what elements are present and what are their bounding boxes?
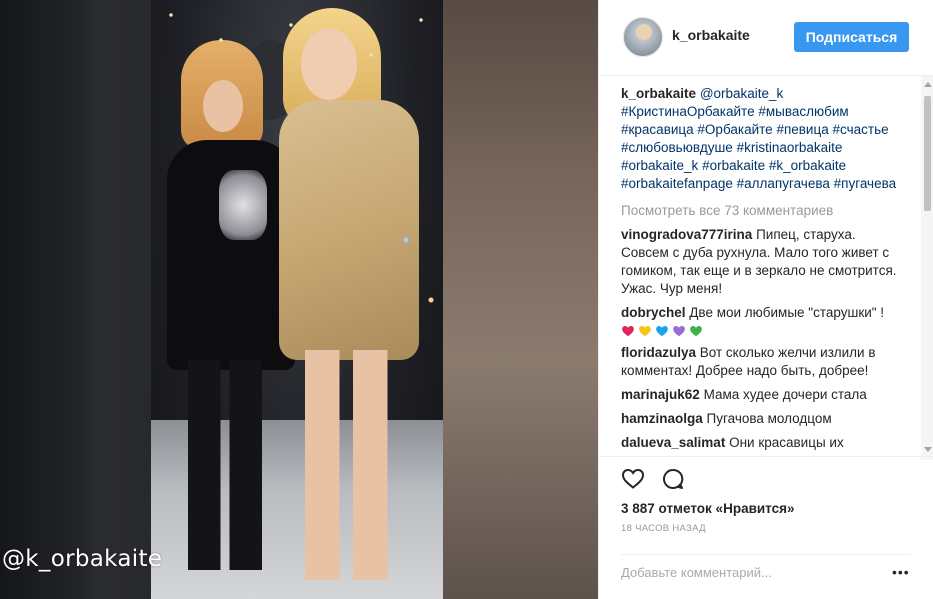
- comment-username[interactable]: hamzinaolga: [621, 411, 703, 426]
- hashtag-link[interactable]: #красавица: [621, 122, 694, 137]
- yellow-heart-icon: [639, 326, 651, 337]
- action-icons: [621, 467, 685, 496]
- view-all-comments-link[interactable]: Посмотреть все 73 комментариев: [621, 202, 921, 220]
- hashtag-link[interactable]: #orbakaite_k: [621, 158, 698, 173]
- avatar[interactable]: [623, 17, 663, 57]
- comment-item: vinogradova777irina Пипец, старуха. Совс…: [621, 226, 903, 298]
- scroll-down-arrow-icon[interactable]: [924, 447, 932, 452]
- likes-count[interactable]: 3 887 отметок «Нравится»: [621, 501, 795, 516]
- post-header: k_orbakaite Подписаться: [599, 0, 933, 76]
- hashtag-link[interactable]: #мываслюбим: [758, 104, 848, 119]
- comment-text: Пугачова молодцом: [706, 411, 832, 426]
- scrollbar-thumb[interactable]: [924, 96, 931, 211]
- purple-heart-icon: [673, 326, 685, 337]
- woman-right-face: [301, 28, 357, 100]
- caption-username[interactable]: k_orbakaite: [621, 86, 696, 101]
- comments-scrollbar[interactable]: [921, 76, 933, 460]
- woman-left-face: [203, 80, 243, 132]
- hashtag-link[interactable]: #пугачева: [834, 176, 896, 191]
- red-heart-icon: [622, 326, 634, 337]
- comment-bubble-icon[interactable]: [661, 467, 685, 496]
- heart-emojis: [621, 324, 903, 338]
- woman-right-legs: [299, 350, 395, 580]
- woman-left-brooch: [219, 170, 267, 240]
- watermark: @k_orbakaite: [2, 546, 163, 572]
- post-photo[interactable]: [151, 0, 443, 599]
- follow-button[interactable]: Подписаться: [794, 22, 909, 52]
- hashtag-link[interactable]: #слюбовьювдуше: [621, 140, 733, 155]
- comment-username[interactable]: dalueva_salimat: [621, 435, 725, 450]
- post-side-panel: k_orbakaite Подписаться k_orbakaite @orb…: [598, 0, 933, 599]
- hashtag-link[interactable]: #счастье: [832, 122, 888, 137]
- hashtag-link[interactable]: #orbakaitefanpage: [621, 176, 733, 191]
- caption-text: @orbakaite_k #КристинаОрбакайте #мываслю…: [621, 86, 896, 191]
- comment-text: Мама худее дочери стала: [703, 387, 867, 402]
- hashtag-link[interactable]: #kristinaorbakaite: [737, 140, 843, 155]
- woman-left-legs: [181, 360, 271, 570]
- blue-heart-icon: [656, 326, 668, 337]
- green-heart-icon: [690, 326, 702, 337]
- comment-item: marinajuk62 Мама худее дочери стала: [621, 386, 903, 404]
- comment-username[interactable]: floridazulya: [621, 345, 696, 360]
- hashtag-link[interactable]: #orbakaite: [702, 158, 765, 173]
- add-comment-input[interactable]: Добавьте комментарий...: [621, 554, 911, 584]
- woman-right-dress: [279, 100, 419, 360]
- post-actions: 3 887 отметок «Нравится» 18 ЧАСОВ НАЗАД …: [599, 456, 933, 599]
- hashtag-link[interactable]: #КристинаОрбакайте: [621, 104, 755, 119]
- comment-item: dalueva_salimat Они красавицы их: [621, 434, 903, 452]
- comment-username[interactable]: dobrychel: [621, 305, 686, 320]
- comment-text: Две мои любимые "старушки" !: [689, 305, 885, 320]
- more-options-icon[interactable]: •••: [892, 564, 910, 580]
- post-timestamp: 18 ЧАСОВ НАЗАД: [621, 523, 706, 534]
- post-caption: k_orbakaite @orbakaite_k #КристинаОрбака…: [621, 85, 911, 193]
- hashtag-link[interactable]: #аллапугачева: [737, 176, 830, 191]
- comment-username[interactable]: marinajuk62: [621, 387, 700, 402]
- hashtag-link[interactable]: @orbakaite_k: [700, 86, 784, 101]
- comment-text: Они красавицы их: [729, 435, 844, 450]
- comment-item: hamzinaolga Пугачова молодцом: [621, 410, 903, 428]
- comments-list[interactable]: k_orbakaite @orbakaite_k #КристинаОрбака…: [599, 76, 921, 456]
- comment-item: dobrychel Две мои любимые "старушки" !: [621, 304, 903, 338]
- hashtag-link[interactable]: #k_orbakaite: [769, 158, 846, 173]
- header-username[interactable]: k_orbakaite: [672, 27, 750, 43]
- backdrop-blur-right: [443, 0, 598, 599]
- comment-item: floridazulya Вот сколько желчи излили в …: [621, 344, 903, 380]
- hashtag-link[interactable]: #Орбакайте: [697, 122, 772, 137]
- comment-username[interactable]: vinogradova777irina: [621, 227, 752, 242]
- like-heart-icon[interactable]: [621, 467, 645, 496]
- hashtag-link[interactable]: #певица: [776, 122, 828, 137]
- scroll-up-arrow-icon[interactable]: [924, 82, 932, 87]
